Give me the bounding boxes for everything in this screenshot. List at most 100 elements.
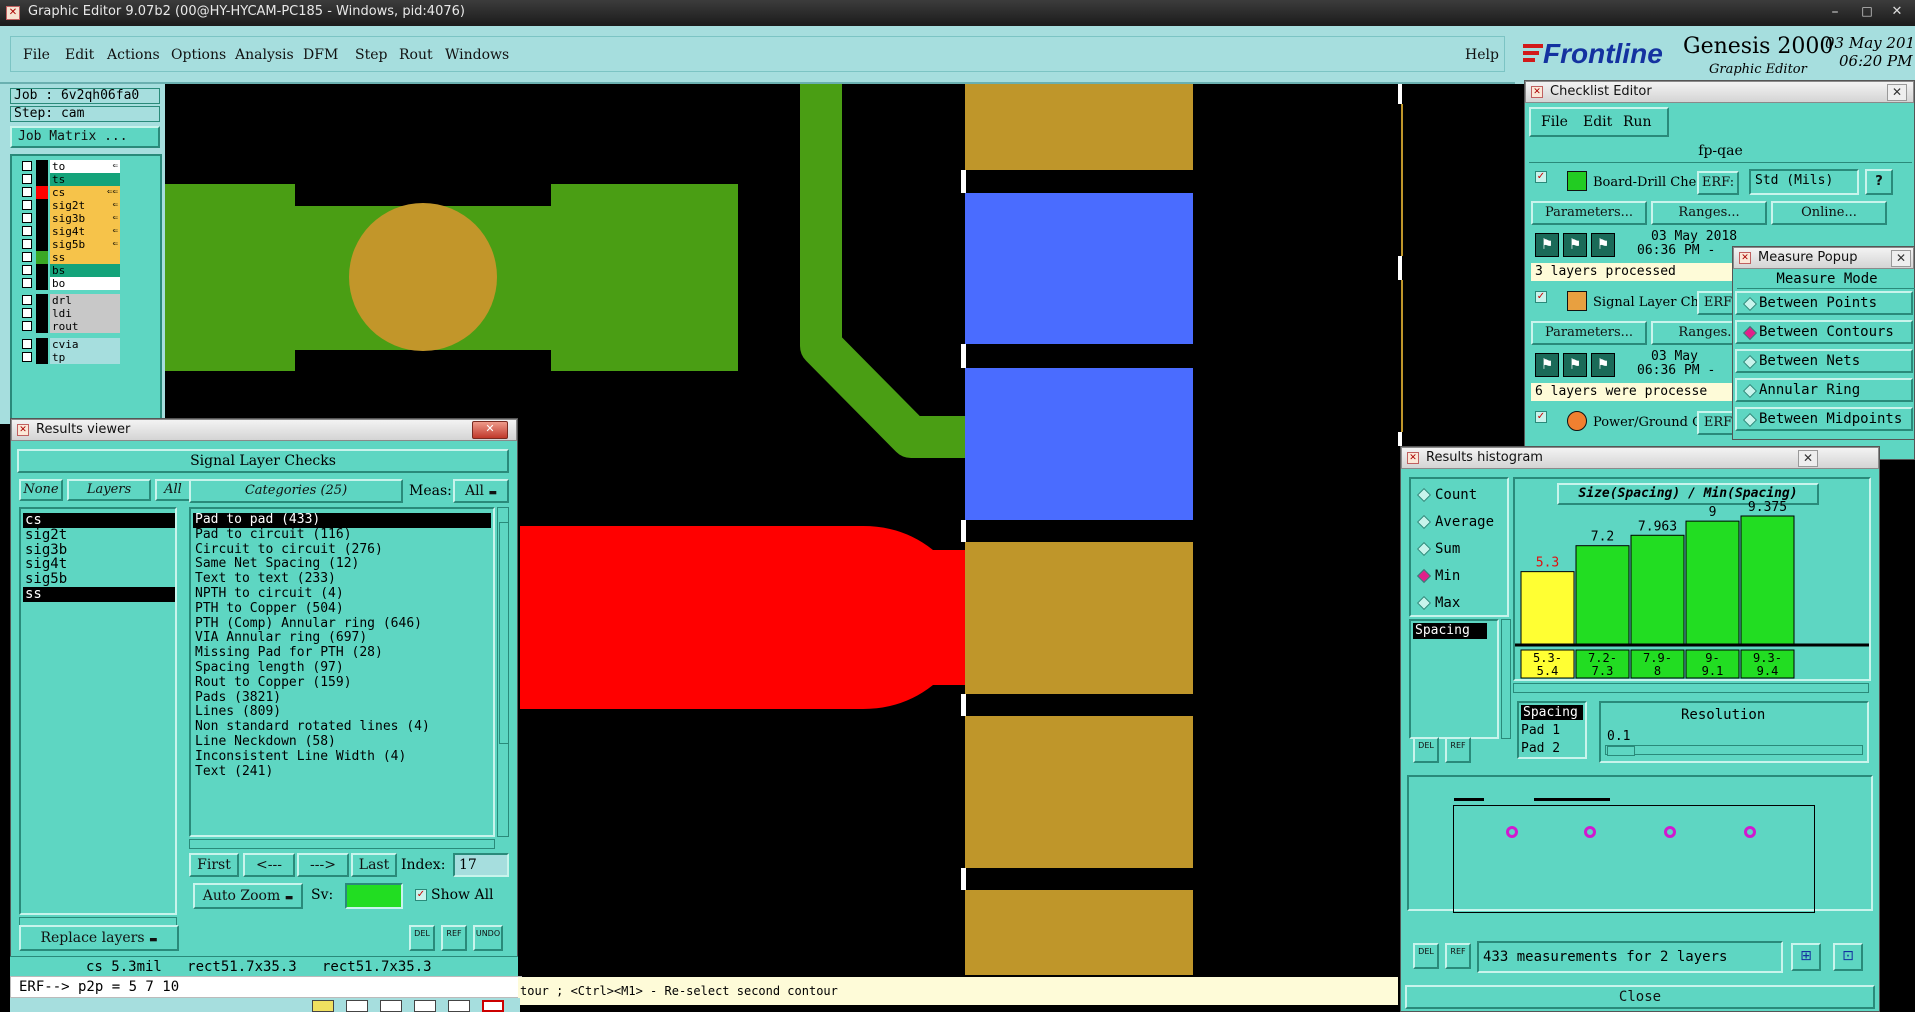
layer-checkbox[interactable] [22,161,32,171]
layer-row-7[interactable]: ss [22,251,120,264]
histogram-mode-option[interactable]: Count [1411,483,1507,507]
check-2-parameters-button[interactable]: Parameters... [1531,321,1647,345]
minimize-button[interactable]: – [1824,4,1846,20]
layer-name[interactable]: ldi [50,307,120,320]
measure-option[interactable]: Between Points [1735,291,1913,315]
histogram-field-vscroll[interactable] [1501,619,1511,739]
layer-name[interactable]: bs [50,264,120,277]
layer-checkbox[interactable] [22,308,32,318]
category-item[interactable]: Line Neckdown (58) [193,734,491,750]
categories-hscroll[interactable] [189,839,495,849]
histogram-bar[interactable] [1630,534,1685,645]
layer-row-5[interactable]: sig4t ⇐ [22,225,120,238]
histogram-field-selected[interactable]: Spacing [1413,623,1487,639]
category-item[interactable]: Rout to Copper (159) [193,675,491,691]
histogram-bar[interactable] [1520,571,1575,645]
layer-name[interactable]: sig2t ⇐ [50,199,120,212]
result-layer-item[interactable]: ss [23,587,175,602]
category-item[interactable]: Text (241) [193,764,491,780]
attribute-pad-1[interactable]: Pad 1 [1521,723,1560,738]
layer-name[interactable]: ss [50,251,120,264]
check-2-checkbox[interactable]: ✓ [1535,291,1547,303]
categories-list[interactable]: Pad to pad (433) Pad to circuit (116) Circ… [189,507,495,837]
category-item[interactable]: Pads (3821) [193,690,491,706]
last-button[interactable]: Last [351,853,397,877]
close-icon[interactable]: ✕ [1798,450,1818,467]
check-1-checkbox[interactable]: ✓ [1535,171,1547,183]
categories-button[interactable]: Categories (25) [189,479,403,503]
layer-checkbox[interactable] [22,352,32,362]
toolbar-icon-4[interactable] [414,1000,436,1012]
histogram-bar[interactable] [1740,515,1795,645]
category-item[interactable]: Same Net Spacing (12) [193,557,491,572]
close-button[interactable]: ✕ [1886,4,1908,20]
category-item[interactable]: Non standard rotated lines (4) [193,719,491,735]
category-item[interactable]: Spacing length (97) [193,660,491,676]
close-icon[interactable]: ✕ [1891,250,1911,267]
layer-row-6[interactable]: sig5b ⇐ [22,238,120,251]
result-layer-item[interactable]: cs [23,513,175,528]
histogram-close-button[interactable]: Close [1405,985,1875,1009]
maximize-button[interactable]: □ [1856,4,1878,20]
menu-help[interactable]: Help [1465,37,1499,73]
check-1-erf-value[interactable]: Std (Mils) [1749,169,1859,195]
result-layer-item[interactable]: sig3b [23,542,175,558]
undo-button[interactable]: UNDO [473,925,503,951]
run-icon[interactable]: ⚑ [1563,353,1587,377]
resolution-slider[interactable] [1605,745,1863,756]
next-button[interactable]: ---> [297,853,349,877]
layer-checkbox[interactable] [22,213,32,223]
categories-vscroll[interactable] [497,507,509,837]
toolbar-icon-6[interactable] [482,1000,504,1012]
toolbar-icon-5[interactable] [448,1000,470,1012]
layer-row-11[interactable]: ldi [22,307,120,320]
histogram-mode-option[interactable]: Max [1411,591,1507,615]
check-1-parameters-button[interactable]: Parameters... [1531,201,1647,225]
chart-hscroll[interactable] [1513,683,1869,693]
check-1-ranges-button[interactable]: Ranges... [1651,201,1767,225]
show-all-checkbox[interactable]: ✓ [415,889,427,901]
run-icon[interactable]: ⚑ [1591,353,1615,377]
ref-button[interactable]: REF [441,925,467,951]
layer-row-8[interactable]: bs [22,264,120,277]
measure-option[interactable]: Between Midpoints [1735,407,1913,431]
all-button[interactable]: All [155,479,191,501]
menu-dfm[interactable]: DFM [303,37,338,73]
result-layer-item[interactable]: sig5b [23,572,175,587]
layer-checkbox[interactable] [22,295,32,305]
layer-row-2[interactable]: cs ⇐⇐ [22,186,120,199]
job-matrix-button[interactable]: Job Matrix ... [10,126,160,148]
toolbar-icon-3[interactable] [380,1000,402,1012]
histogram-del-button[interactable]: DEL [1413,737,1439,763]
result-layer-item[interactable]: sig4t [23,557,175,572]
layer-checkbox[interactable] [22,339,32,349]
category-item[interactable]: Text to text (233) [193,571,491,587]
summary-ref-button[interactable]: REF [1445,943,1471,969]
histogram-mode-option[interactable]: Average [1411,510,1507,534]
histogram-mode-option[interactable]: Sum [1411,537,1507,561]
category-item[interactable]: PTH (Comp) Annular ring (646) [193,616,491,632]
check-1-erf-button[interactable]: ERF: [1697,171,1739,195]
menu-windows[interactable]: Windows [445,37,509,73]
category-item[interactable]: Pad to circuit (116) [193,527,491,543]
layer-checkbox[interactable] [22,265,32,275]
menu-analysis[interactable]: Analysis [235,37,294,73]
check-2-label[interactable]: Signal Layer Ch [1593,295,1699,310]
attribute-spacing[interactable]: Spacing [1521,705,1583,720]
category-item[interactable]: VIA Annular ring (697) [193,631,491,646]
menu-step[interactable]: Step [355,37,387,73]
layer-row-14[interactable]: tp [22,351,120,364]
layer-row-0[interactable]: to ⇐ [22,160,120,173]
menu-edit[interactable]: Edit [65,37,94,73]
layer-name[interactable]: cvia [50,338,120,351]
meas-select[interactable]: All ▬ [453,479,509,503]
layer-row-4[interactable]: sig3b ⇐ [22,212,120,225]
menu-rout[interactable]: Rout [399,37,433,73]
measure-option[interactable]: Between Contours [1735,320,1913,344]
layer-name[interactable]: drl [50,294,120,307]
category-item[interactable]: Lines (809) [193,705,491,720]
first-button[interactable]: First [189,853,239,877]
layer-row-1[interactable]: ts [22,173,120,186]
histogram-bar[interactable] [1575,545,1630,645]
toolbar-icon-1[interactable] [312,1000,334,1012]
